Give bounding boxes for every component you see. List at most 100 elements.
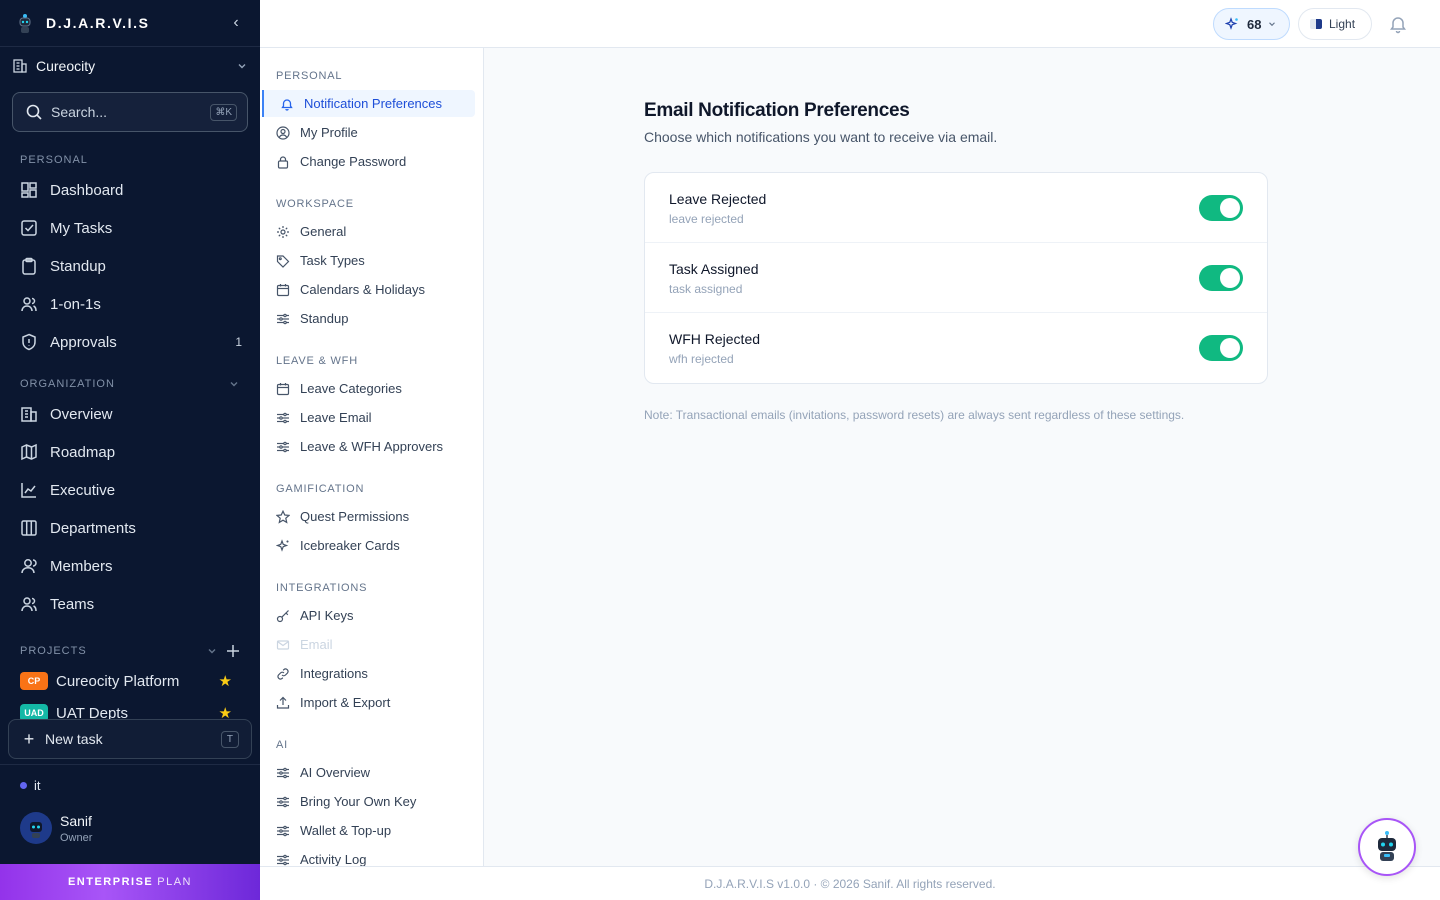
settings-item-change-password[interactable]: Change Password: [276, 148, 474, 175]
sidebar-item-executive[interactable]: Executive: [20, 475, 242, 505]
settings-section-leave-wfh: LEAVE & WFH: [276, 355, 358, 367]
sliders-icon: [277, 767, 289, 778]
sliders-icon: [277, 313, 289, 324]
user-circle-icon: [276, 125, 290, 140]
search-box[interactable]: Search... ⌘K: [12, 92, 248, 132]
pref-title: WFH Rejected: [669, 331, 761, 347]
pref-row-leave-rejected: Leave Rejected leave rejected: [645, 173, 1267, 243]
settings-item-notification-preferences[interactable]: Notification Preferences: [262, 90, 475, 117]
section-organization[interactable]: ORGANIZATION: [20, 378, 240, 390]
settings-item-label: API Keys: [300, 608, 354, 623]
divider: [0, 764, 260, 765]
xp-points-button[interactable]: 68: [1213, 8, 1290, 40]
notification-preferences-card: Leave Rejected leave rejected Task Assig…: [644, 172, 1268, 384]
grid-icon: [21, 182, 37, 198]
theme-icon: [1310, 19, 1322, 29]
sidebar-item-roadmap[interactable]: Roadmap: [20, 437, 242, 467]
tag-icon: [276, 254, 290, 268]
settings-item-task-types[interactable]: Task Types: [276, 247, 474, 274]
gear-icon: [277, 225, 289, 238]
sidebar-item-label: Roadmap: [50, 443, 116, 461]
calendar-icon: [276, 283, 290, 296]
task-assigned-toggle[interactable]: [1199, 265, 1243, 291]
settings-item-label: Email: [300, 637, 333, 652]
user-status[interactable]: it: [20, 778, 41, 793]
sidebar-item-members[interactable]: Members: [20, 551, 242, 581]
user-name: Sanif: [60, 812, 92, 829]
settings-item-label: Quest Permissions: [300, 509, 410, 524]
lock-icon: [277, 155, 289, 169]
workspace-switcher[interactable]: Cureocity: [0, 48, 260, 84]
settings-item-standup[interactable]: Standup: [276, 305, 474, 332]
settings-item-label: Wallet & Top-up: [300, 823, 392, 838]
upload-icon: [276, 696, 290, 709]
settings-item-general[interactable]: General: [276, 218, 474, 245]
status-text: it: [34, 778, 41, 793]
settings-item-wallet-topup[interactable]: Wallet & Top-up: [276, 817, 474, 844]
sidebar-item-label: Departments: [50, 519, 136, 537]
settings-item-icebreaker-cards[interactable]: Icebreaker Cards: [276, 532, 474, 559]
wfh-rejected-toggle[interactable]: [1199, 335, 1243, 361]
settings-item-my-profile[interactable]: My Profile: [276, 119, 474, 146]
settings-item-bring-your-own-key[interactable]: Bring Your Own Key: [276, 788, 474, 815]
settings-item-label: Calendars & Holidays: [300, 282, 426, 297]
settings-item-leave-wfh-approvers[interactable]: Leave & WFH Approvers: [276, 433, 474, 460]
robot-avatar-icon: [30, 822, 42, 838]
sliders-icon: [277, 825, 289, 836]
plus-icon: +: [23, 728, 35, 749]
leave-rejected-toggle[interactable]: [1199, 195, 1243, 221]
sidebar-item-label: Executive: [50, 481, 116, 499]
new-task-button[interactable]: + New task T: [8, 719, 252, 759]
user-icon: [21, 559, 37, 574]
sliders-icon: [277, 854, 289, 865]
settings-item-leave-categories[interactable]: Leave Categories: [276, 375, 474, 402]
sidebar-item-my-tasks[interactable]: My Tasks: [20, 213, 242, 243]
sidebar-item-standup[interactable]: Standup: [20, 251, 242, 281]
settings-item-quest-permissions[interactable]: Quest Permissions: [276, 503, 474, 530]
section-personal: PERSONAL: [20, 154, 88, 166]
toggle-knob: [1220, 198, 1240, 218]
sidebar-item-overview[interactable]: Overview: [20, 399, 242, 429]
add-project-icon[interactable]: [226, 644, 240, 658]
settings-item-calendars-holidays[interactable]: Calendars & Holidays: [276, 276, 474, 303]
sidebar-item-label: Overview: [50, 405, 113, 423]
settings-item-leave-email[interactable]: Leave Email: [276, 404, 474, 431]
calendar-icon: [276, 382, 290, 395]
theme-label: Light: [1329, 17, 1356, 31]
settings-item-email: Email: [276, 631, 474, 658]
footer: D.J.A.R.V.I.S v1.0.0 · © 2026 Sanif. All…: [260, 866, 1440, 900]
settings-item-ai-overview[interactable]: AI Overview: [276, 759, 474, 786]
collapse-sidebar-icon[interactable]: ‹: [228, 14, 244, 32]
settings-item-integrations[interactable]: Integrations: [276, 660, 474, 687]
sidebar-item-1on1s[interactable]: 1-on-1s: [20, 289, 242, 319]
sidebar-item-dashboard[interactable]: Dashboard: [20, 175, 242, 205]
sparkles-icon: [1225, 17, 1238, 30]
status-dot-icon: [20, 782, 27, 789]
section-projects: PROJECTS: [20, 644, 240, 658]
assistant-bot-button[interactable]: [1358, 818, 1416, 876]
users-icon: [21, 597, 37, 612]
chevron-down-icon[interactable]: [206, 645, 218, 657]
sidebar-item-approvals[interactable]: Approvals 1: [20, 327, 242, 357]
sidebar-item-teams[interactable]: Teams: [20, 589, 242, 619]
star-icon[interactable]: ★: [219, 672, 232, 690]
plan-banner[interactable]: ENTERPRISE PLAN: [0, 864, 260, 900]
settings-item-label: Integrations: [300, 666, 368, 681]
project-item-cureocity-platform[interactable]: CP Cureocity Platform ★: [20, 669, 242, 693]
sidebar-item-departments[interactable]: Departments: [20, 513, 242, 543]
chevron-down-icon: [238, 64, 246, 69]
settings-item-import-export[interactable]: Import & Export: [276, 689, 474, 716]
settings-section-gamification: GAMIFICATION: [276, 483, 365, 495]
settings-item-label: Import & Export: [300, 695, 391, 710]
columns-icon: [21, 520, 37, 536]
bell-icon[interactable]: [1388, 14, 1408, 34]
users-icon: [21, 297, 37, 312]
user-profile[interactable]: Sanif Owner: [20, 812, 92, 844]
bell-icon: [281, 98, 293, 111]
chevron-down-icon: [1269, 22, 1276, 27]
map-icon: [21, 443, 37, 461]
settings-item-api-keys[interactable]: API Keys: [276, 602, 474, 629]
top-bar: 68 Light: [260, 0, 1440, 48]
theme-toggle-button[interactable]: Light: [1298, 8, 1372, 40]
settings-item-label: Activity Log: [300, 852, 367, 867]
